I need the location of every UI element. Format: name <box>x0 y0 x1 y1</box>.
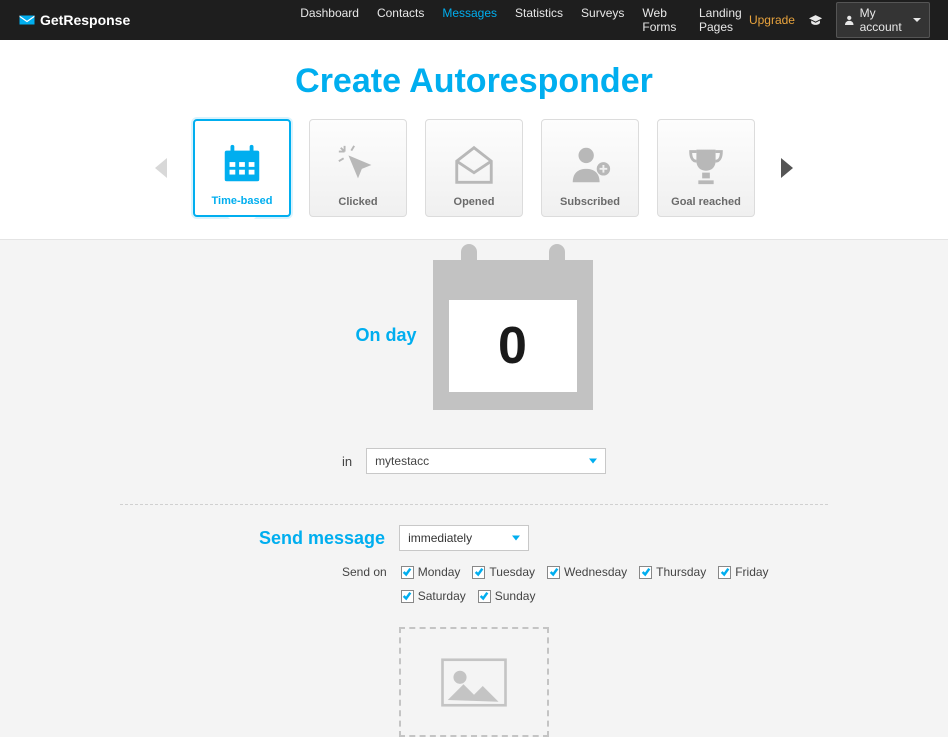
envelope-open-icon <box>451 142 497 188</box>
campaign-select-value: mytestacc <box>375 454 429 468</box>
account-label: My account <box>860 6 907 34</box>
day-label: Thursday <box>656 565 706 579</box>
send-on-label: Send on <box>342 565 387 579</box>
chevron-down-icon <box>512 536 520 541</box>
day-label: Sunday <box>495 589 536 603</box>
top-nav: GetResponse Dashboard Contacts Messages … <box>0 0 948 40</box>
calendar-icon <box>219 141 265 187</box>
nav-item-statistics[interactable]: Statistics <box>515 6 563 34</box>
active-pointer <box>228 217 256 231</box>
on-day-label: On day <box>355 325 416 346</box>
card-clicked[interactable]: Clicked <box>309 119 407 217</box>
carousel-next-arrow[interactable] <box>781 158 793 178</box>
day-value: 0 <box>449 300 577 392</box>
brand-logo[interactable]: GetResponse <box>18 12 130 28</box>
chevron-down-icon <box>589 459 597 464</box>
user-icon <box>845 14 854 26</box>
card-label: Opened <box>454 196 495 208</box>
check-icon <box>549 567 559 577</box>
chevron-down-icon <box>913 18 921 22</box>
card-label: Time-based <box>212 195 273 207</box>
checkbox-saturday[interactable]: Saturday <box>401 589 466 603</box>
nav-item-surveys[interactable]: Surveys <box>581 6 624 34</box>
trophy-icon <box>683 142 729 188</box>
checkbox-wednesday[interactable]: Wednesday <box>547 565 627 579</box>
checkbox-thursday[interactable]: Thursday <box>639 565 706 579</box>
envelope-icon <box>18 14 36 26</box>
days-checkboxes: Monday Tuesday Wednesday Thursday Friday… <box>401 565 801 603</box>
checkbox-tuesday[interactable]: Tuesday <box>472 565 535 579</box>
checkbox-monday[interactable]: Monday <box>401 565 461 579</box>
page-title: Create Autoresponder <box>0 62 948 101</box>
cursor-click-icon <box>335 142 381 188</box>
carousel-prev-arrow[interactable] <box>155 158 167 178</box>
nav-item-landing-pages[interactable]: Landing Pages <box>699 6 749 34</box>
form-panel: On day 0 in mytestacc Send message immed… <box>0 239 948 737</box>
check-icon <box>641 567 651 577</box>
account-button[interactable]: My account <box>836 2 930 38</box>
check-icon <box>479 591 489 601</box>
message-placeholder[interactable] <box>399 627 549 737</box>
check-icon <box>474 567 484 577</box>
nav-item-contacts[interactable]: Contacts <box>377 6 424 34</box>
nav-item-messages[interactable]: Messages <box>442 6 497 34</box>
in-label: in <box>342 454 352 469</box>
calendar-ring-icon <box>461 244 477 270</box>
card-label: Goal reached <box>671 196 741 208</box>
day-calendar[interactable]: 0 <box>433 260 593 410</box>
send-when-value: immediately <box>408 531 472 545</box>
card-label: Clicked <box>338 196 377 208</box>
nav-links: Dashboard Contacts Messages Statistics S… <box>300 6 749 34</box>
row-send-message: Send message immediately <box>259 525 828 551</box>
check-icon <box>402 567 412 577</box>
day-label: Friday <box>735 565 768 579</box>
upgrade-link[interactable]: Upgrade <box>749 13 795 27</box>
nav-item-dashboard[interactable]: Dashboard <box>300 6 359 34</box>
row-on-day: On day 0 <box>120 260 828 410</box>
row-send-on: Send on Monday Tuesday Wednesday Thursda… <box>342 565 828 603</box>
checkbox-sunday[interactable]: Sunday <box>478 589 536 603</box>
day-label: Wednesday <box>564 565 627 579</box>
day-label: Tuesday <box>489 565 535 579</box>
user-add-icon <box>567 142 613 188</box>
trigger-cards-row: Time-based Clicked Opened Subscribed Goa… <box>0 119 948 217</box>
send-message-label: Send message <box>259 528 385 549</box>
nav-item-web-forms[interactable]: Web Forms <box>642 6 681 34</box>
day-label: Monday <box>418 565 461 579</box>
day-label: Saturday <box>418 589 466 603</box>
card-opened[interactable]: Opened <box>425 119 523 217</box>
row-campaign: in mytestacc <box>120 448 828 474</box>
calendar-ring-icon <box>549 244 565 270</box>
card-subscribed[interactable]: Subscribed <box>541 119 639 217</box>
divider <box>120 504 828 505</box>
card-goal-reached[interactable]: Goal reached <box>657 119 755 217</box>
graduation-cap-icon[interactable] <box>809 14 822 26</box>
checkbox-friday[interactable]: Friday <box>718 565 768 579</box>
check-icon <box>720 567 730 577</box>
card-label: Subscribed <box>560 196 620 208</box>
nav-right: Upgrade My account <box>749 2 930 38</box>
campaign-select[interactable]: mytestacc <box>366 448 606 474</box>
check-icon <box>402 591 412 601</box>
image-placeholder-icon <box>439 655 509 710</box>
card-time-based[interactable]: Time-based <box>193 119 291 217</box>
send-when-select[interactable]: immediately <box>399 525 529 551</box>
brand-name: GetResponse <box>40 12 130 28</box>
